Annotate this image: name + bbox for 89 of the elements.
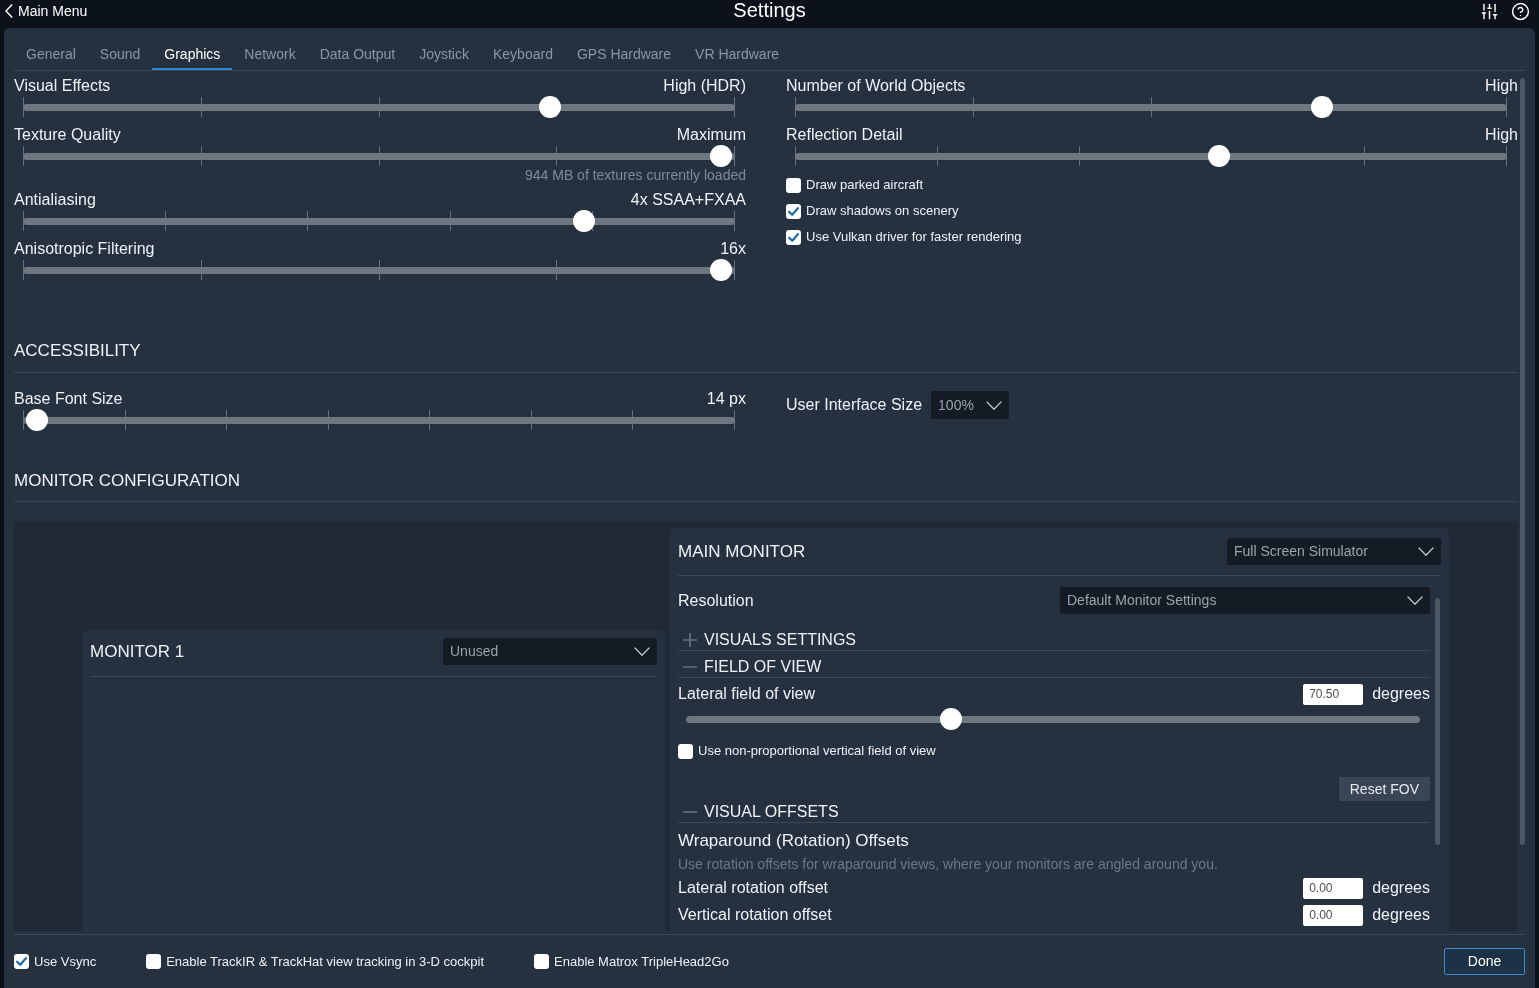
unit-label: degrees xyxy=(1372,878,1430,898)
resolution-dropdown[interactable]: Default Monitor Settings xyxy=(1060,587,1430,614)
number-field[interactable]: 0.00 xyxy=(1303,877,1364,899)
checkbox-label: Draw shadows on scenery xyxy=(806,203,959,219)
field-label: Lateral rotation offset xyxy=(678,878,829,898)
slider-label: Visual Effects xyxy=(14,76,111,96)
slider-value: 16x xyxy=(720,239,746,259)
slider-thumb[interactable] xyxy=(710,145,732,167)
tab[interactable]: Network xyxy=(232,40,308,70)
minus-icon xyxy=(683,665,697,668)
tab[interactable]: Graphics xyxy=(152,40,233,70)
monitor-mode-dropdown[interactable]: Unused xyxy=(443,638,657,665)
slider-label: Anisotropic Filtering xyxy=(14,239,155,259)
chevron-down-icon xyxy=(1407,596,1423,605)
slider-value: 14 px xyxy=(706,389,746,409)
checkbox-label: Use non-proportional vertical field of view xyxy=(698,743,936,759)
slider-thumb[interactable] xyxy=(710,259,732,281)
window-title: Settings xyxy=(733,0,806,20)
tab[interactable]: Data Output xyxy=(307,40,408,70)
back-button[interactable]: Main Menu xyxy=(5,3,88,19)
slider-thumb[interactable] xyxy=(573,210,596,232)
checkbox-label: Enable Matrox TripleHead2Go xyxy=(554,953,729,970)
section-heading: ACCESSIBILITY xyxy=(14,341,141,360)
checkmark-icon xyxy=(788,231,799,243)
slider-value: High (HDR) xyxy=(663,76,746,96)
checkbox[interactable] xyxy=(786,177,801,193)
minus-icon xyxy=(683,810,697,813)
slider-label: Texture Quality xyxy=(14,125,121,145)
checkbox[interactable] xyxy=(786,229,801,245)
tab[interactable]: General xyxy=(14,40,88,70)
section-toggle[interactable]: VISUALS SETTINGS xyxy=(678,629,857,650)
scrollbar[interactable] xyxy=(1435,598,1440,845)
tab[interactable]: Joystick xyxy=(407,40,481,70)
done-button[interactable]: Done xyxy=(1444,948,1525,975)
unit-label: degrees xyxy=(1372,684,1430,704)
slider-thumb[interactable] xyxy=(539,96,561,118)
number-field[interactable]: 0.00 xyxy=(1303,904,1364,926)
number-field[interactable]: 70.50 xyxy=(1303,683,1364,705)
checkbox-label: Use Vsync xyxy=(34,953,97,970)
monitor-title: MONITOR 1 xyxy=(90,641,185,662)
chevron-down-icon xyxy=(986,400,1003,410)
slider-label: Base Font Size xyxy=(14,389,123,409)
subsection-title: Wraparound (Rotation) Offsets xyxy=(678,831,909,851)
field-label: User Interface Size xyxy=(786,395,923,415)
slider-thumb[interactable] xyxy=(26,409,48,431)
slider-value: Maximum xyxy=(676,125,746,145)
slider-thumb[interactable] xyxy=(1208,145,1231,167)
slider-label: Number of World Objects xyxy=(786,76,966,96)
section-toggle[interactable]: VISUAL OFFSETS xyxy=(678,801,839,822)
checkbox-label: Draw parked aircraft xyxy=(806,177,924,193)
slider-label: Reflection Detail xyxy=(786,125,903,145)
checkmark-icon xyxy=(16,956,27,967)
texture-memory-note: 944 MB of textures currently loaded xyxy=(525,167,746,183)
help-icon[interactable] xyxy=(1511,2,1530,21)
checkbox-label: Use Vulkan driver for faster rendering xyxy=(806,229,1022,245)
checkbox[interactable] xyxy=(678,743,693,759)
scrollbar[interactable] xyxy=(1520,78,1525,845)
checkbox[interactable] xyxy=(534,954,550,969)
slider-value: High xyxy=(1485,125,1518,145)
slider-value: 4x SSAA+FXAA xyxy=(630,190,746,210)
section-heading: MONITOR CONFIGURATION xyxy=(14,471,241,490)
checkbox[interactable] xyxy=(146,954,162,969)
chevron-left-icon xyxy=(5,4,13,18)
slider-thumb[interactable] xyxy=(940,708,963,730)
section-toggle[interactable]: FIELD OF VIEW xyxy=(678,656,822,677)
sliders-icon[interactable] xyxy=(1480,2,1499,21)
checkmark-icon xyxy=(788,205,799,217)
field-label: Resolution xyxy=(678,590,754,611)
slider-label: Antialiasing xyxy=(14,190,96,210)
checkbox[interactable] xyxy=(786,203,801,219)
field-label: Vertical rotation offset xyxy=(678,905,832,925)
chevron-down-icon xyxy=(1418,547,1434,556)
slider-thumb[interactable] xyxy=(1311,96,1333,118)
monitor-mode-dropdown[interactable]: Full Screen Simulator xyxy=(1227,538,1441,565)
reset-fov-button[interactable]: Reset FOV xyxy=(1338,777,1430,801)
tab[interactable]: GPS Hardware xyxy=(564,40,684,70)
tab[interactable]: Keyboard xyxy=(481,40,565,70)
unit-label: degrees xyxy=(1372,905,1430,925)
ui-size-dropdown[interactable]: 100% xyxy=(931,391,1010,419)
checkbox[interactable] xyxy=(14,954,29,969)
help-text: Use rotation offsets for wraparound views, where your monitors are angled around you. xyxy=(678,856,1218,872)
checkbox-label: Enable TrackIR & TrackHat view tracking in 3-D cockpit xyxy=(166,953,485,970)
monitor-title: MAIN MONITOR xyxy=(678,541,806,562)
tab[interactable]: VR Hardware xyxy=(683,40,792,70)
slider-value: High xyxy=(1485,76,1518,96)
plus-icon xyxy=(683,632,697,647)
field-label: Lateral field of view xyxy=(678,684,815,704)
chevron-down-icon xyxy=(634,647,650,656)
tab[interactable]: Sound xyxy=(87,40,153,70)
